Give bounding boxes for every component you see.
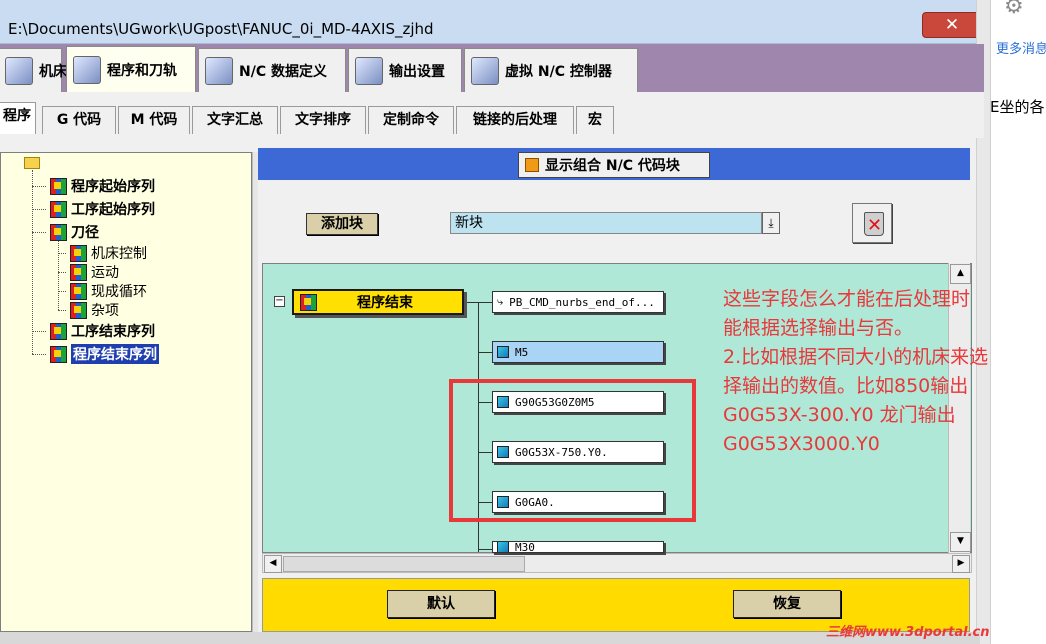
tab-output-settings[interactable]: 输出设置	[348, 48, 462, 92]
checkbox-icon	[525, 158, 539, 172]
tab-label: 程序和刀轨	[107, 62, 177, 79]
sequence-icon	[70, 244, 87, 262]
nc-data-icon	[205, 56, 233, 85]
new-block-select[interactable]: 新块	[450, 212, 762, 234]
tree-item-toolpath[interactable]: 刀径	[32, 222, 99, 242]
tab-virtual-controller[interactable]: 虚拟 N/C 控制器	[464, 48, 638, 92]
virtual-controller-icon	[471, 56, 499, 85]
connector-line	[478, 302, 492, 303]
add-block-button[interactable]: 添加块	[306, 213, 378, 235]
connector-line	[478, 352, 492, 353]
tree-item-operation-end[interactable]: 工序结束序列	[32, 321, 155, 341]
sequence-icon	[70, 301, 87, 319]
tab-label: 输出设置	[389, 63, 445, 80]
subtab-custom-command[interactable]: 定制命令	[368, 106, 454, 134]
scroll-thumb[interactable]	[283, 556, 525, 572]
sequence-icon	[70, 282, 87, 300]
program-toolpath-icon	[73, 55, 101, 84]
panel-splitter[interactable]	[252, 152, 258, 632]
machine-tool-icon	[5, 56, 33, 85]
highlight-box	[449, 379, 696, 522]
subtab-word-sequence[interactable]: 文字排序	[280, 106, 366, 134]
nc-block[interactable]: M30	[492, 541, 664, 553]
subtab-linked-post[interactable]: 链接的后处理	[456, 106, 574, 134]
restore-button[interactable]: 恢复	[733, 590, 841, 618]
subtab-macro[interactable]: 宏	[576, 106, 614, 134]
window-title: E:\Documents\UGwork\UGpost\FANUC_0i_MD-4…	[8, 20, 434, 38]
sequence-icon	[50, 177, 67, 195]
tab-program-toolpath[interactable]: 程序和刀轨	[66, 46, 196, 92]
watermark: 三维网www.3dportal.cn	[826, 625, 990, 640]
trash-button[interactable]: ✕	[852, 203, 892, 243]
scroll-right-arrow[interactable]: ▶	[952, 555, 970, 573]
tree-item-misc[interactable]: 杂项	[58, 300, 119, 320]
tab-label: 机床	[39, 63, 67, 80]
tree-item-program-start[interactable]: 程序起始序列	[32, 176, 155, 196]
subtab-program[interactable]: 程序	[0, 102, 36, 134]
subtab-m-code[interactable]: M 代码	[118, 106, 190, 134]
show-combined-nc-button[interactable]: 显示组合 N/C 代码块	[518, 152, 710, 178]
tree-item-motion[interactable]: 运动	[58, 262, 119, 282]
connector-line	[478, 549, 492, 550]
sequence-icon	[50, 223, 67, 241]
tab-nc-data[interactable]: N/C 数据定义	[198, 48, 346, 92]
more-messages-link[interactable]: 更多消息	[996, 38, 1046, 57]
scroll-down-arrow[interactable]: ▼	[950, 532, 971, 552]
tab-label: N/C 数据定义	[239, 63, 327, 80]
chevron-down-icon[interactable]: ⤓	[762, 212, 780, 234]
program-end-block[interactable]: 程序结束	[292, 289, 464, 315]
sequence-icon	[70, 263, 87, 281]
scroll-left-arrow[interactable]: ◀	[264, 555, 282, 573]
tab-label: 虚拟 N/C 控制器	[505, 63, 612, 80]
sequence-icon	[50, 200, 67, 218]
gear-icon[interactable]: ⚙	[1004, 0, 1028, 14]
sequence-icon	[300, 293, 317, 311]
tree-item-canned-cycle[interactable]: 现成循环	[58, 281, 147, 301]
tree-item-operation-start[interactable]: 工序起始序列	[32, 199, 155, 219]
sequence-icon	[50, 322, 67, 340]
delete-x-icon: ✕	[867, 215, 883, 236]
tree-item-program-end[interactable]: 程序结束序列	[32, 344, 159, 364]
sequence-icon	[50, 345, 67, 363]
collapse-toggle[interactable]: −	[274, 296, 285, 307]
nc-block[interactable]: M5	[492, 341, 664, 363]
default-button[interactable]: 默认	[387, 590, 495, 618]
block-icon	[497, 542, 509, 552]
tree-item-machine-control[interactable]: 机床控制	[58, 243, 147, 263]
block-icon	[497, 346, 509, 358]
folder-icon	[24, 157, 40, 169]
annotation-text: 这些字段怎么才能在后处理时 能根据选择输出与否。 2.比如根据不同大小的机床来选…	[723, 288, 989, 455]
scroll-up-arrow[interactable]: ▲	[950, 264, 971, 284]
command-icon: ⤷	[497, 295, 504, 308]
printer-icon	[355, 56, 383, 85]
nc-block[interactable]: ⤷ PB_CMD_nurbs_end_of...	[492, 291, 664, 313]
subtab-word-summary[interactable]: 文字汇总	[192, 106, 278, 134]
connector-line	[464, 302, 478, 303]
close-button[interactable]: ✕	[922, 12, 982, 38]
canvas-horizontal-scrollbar[interactable]: ◀ ▶	[262, 553, 972, 573]
tab-machine-tool[interactable]: 机床	[0, 48, 67, 92]
subtab-g-code[interactable]: G 代码	[42, 106, 116, 134]
side-panel-text: E坐的各	[990, 98, 1045, 116]
